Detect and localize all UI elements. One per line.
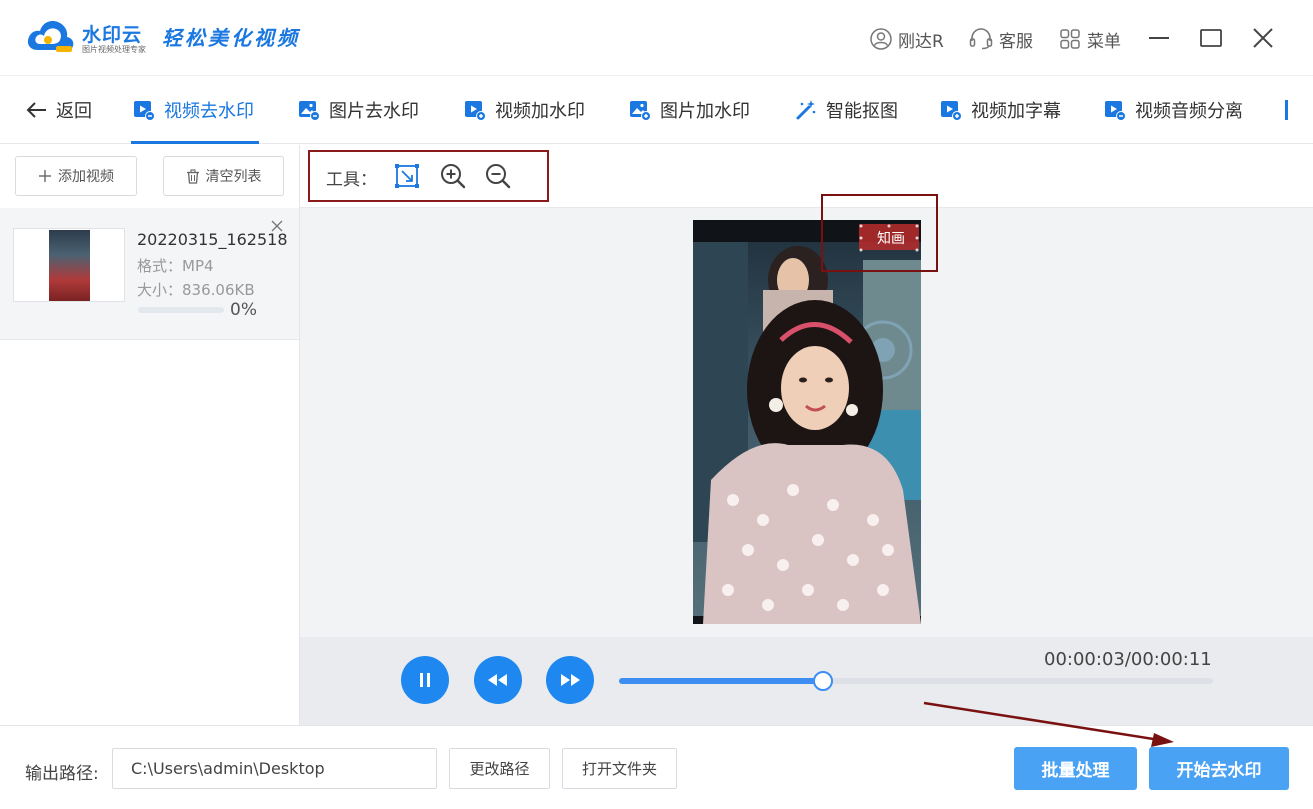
app-window: 水印云 图片视频处理专家 轻松美化视频 刚达R 客服 菜单 返回 视频去水印 图…	[0, 0, 1313, 809]
maximize-icon	[1200, 29, 1222, 47]
playback-time: 00:00:03/00:00:11	[1044, 649, 1212, 670]
file-list-item[interactable]: 20220315_162518 格式：MP4 大小：836.06KB	[0, 208, 299, 340]
zoom-in-icon[interactable]	[439, 162, 467, 190]
tab-label: 视频音频分离	[1135, 101, 1243, 122]
close-button[interactable]	[1249, 24, 1277, 52]
tab-label: 图片加水印	[660, 101, 750, 122]
tab-label: 智能抠图	[826, 101, 898, 122]
tab-label: 图片去水印	[329, 101, 419, 122]
tab-label: 视频加水印	[495, 101, 585, 122]
menu-button[interactable]: 菜单	[1059, 26, 1121, 52]
tab-label: 视频去水印	[164, 101, 254, 122]
file-size: 大小：836.06KB	[137, 281, 255, 299]
image-add-icon	[630, 101, 651, 121]
tab-smart-cutout[interactable]: 智能抠图	[794, 76, 898, 144]
minimize-button[interactable]	[1145, 24, 1173, 52]
start-remove-watermark-button[interactable]: 开始去水印	[1149, 747, 1289, 790]
brand-name: 水印云	[82, 24, 143, 46]
video-frame[interactable]: 知画	[693, 220, 921, 624]
open-folder-button[interactable]: 打开文件夹	[562, 748, 677, 789]
back-button[interactable]: 返回	[26, 76, 92, 144]
customer-service-button[interactable]: 客服	[969, 26, 1033, 52]
maximize-button[interactable]	[1197, 24, 1225, 52]
file-progress-label: 0%	[230, 300, 257, 320]
tab-video-add-watermark[interactable]: 视频加水印	[463, 76, 585, 144]
clear-list-label: 清空列表	[205, 169, 262, 185]
select-area-icon[interactable]	[393, 162, 421, 190]
back-label: 返回	[56, 101, 92, 122]
tab-video-audio-split[interactable]: 视频音频分离	[1103, 76, 1243, 144]
brand-slogan: 轻松美化视频	[162, 26, 300, 50]
seek-handle[interactable]	[812, 671, 833, 691]
close-icon	[1253, 28, 1273, 48]
user-name: 刚达R	[898, 31, 944, 52]
file-list-panel: 添加视频 清空列表 20220315_162518 格式：MP4 大小：836.…	[0, 145, 300, 725]
batch-process-button[interactable]: 批量处理	[1014, 747, 1137, 790]
change-path-button[interactable]: 更改路径	[449, 748, 550, 789]
fast-forward-button[interactable]	[546, 656, 594, 704]
fast-forward-icon	[561, 674, 580, 686]
video-add-icon	[465, 101, 486, 121]
active-tab-underline	[131, 141, 259, 144]
cloud-logo-icon	[27, 21, 74, 52]
video-subtitle-icon	[941, 101, 962, 121]
file-name: 20220315_162518	[137, 230, 288, 249]
tab-label: 视频加字幕	[971, 101, 1061, 122]
seek-bar-fill	[619, 678, 823, 684]
video-icon	[134, 101, 155, 121]
thumbnail-image	[49, 230, 90, 301]
title-bar: 水印云 图片视频处理专家 轻松美化视频 刚达R 客服 菜单	[0, 0, 1313, 76]
file-progress-bar	[138, 307, 224, 313]
rewind-icon	[488, 674, 507, 686]
grid-menu-icon	[1060, 29, 1080, 49]
output-path-field[interactable]: C:\Users\admin\Desktop	[112, 748, 437, 789]
tools-label: 工具：	[326, 170, 377, 190]
plus-icon	[39, 170, 51, 182]
file-format: 格式：MP4	[137, 257, 214, 275]
menu-label: 菜单	[1087, 31, 1121, 52]
feature-nav: 返回 视频去水印 图片去水印 视频加水印 图片加水印 智能抠图 视频加字幕 视频…	[0, 76, 1313, 144]
pause-icon	[420, 673, 430, 687]
brand-subtitle: 图片视频处理专家	[82, 45, 146, 54]
output-footer: 输出路径: C:\Users\admin\Desktop 更改路径 打开文件夹 …	[0, 725, 1313, 809]
player-controls: 00:00:03/00:00:11	[300, 637, 1313, 725]
magic-wand-icon	[796, 100, 816, 120]
add-video-button[interactable]: 添加视频	[15, 156, 137, 196]
remove-file-icon[interactable]	[270, 219, 284, 233]
trash-icon	[186, 168, 199, 184]
zoom-out-icon[interactable]	[484, 162, 512, 190]
tab-video-remove-watermark[interactable]: 视频去水印	[132, 76, 254, 144]
tool-bar: 工具：	[300, 145, 1313, 208]
pause-button[interactable]	[401, 656, 449, 704]
customer-service-label: 客服	[999, 31, 1033, 52]
user-account-button[interactable]: 刚达R	[870, 26, 944, 52]
rewind-button[interactable]	[474, 656, 522, 704]
tab-image-add-watermark[interactable]: 图片加水印	[628, 76, 750, 144]
video-audio-icon	[1105, 101, 1126, 121]
tab-image-remove-watermark[interactable]: 图片去水印	[297, 76, 419, 144]
seek-bar[interactable]	[619, 671, 1213, 691]
tab-video-subtitle[interactable]: 视频加字幕	[939, 76, 1061, 144]
add-video-label: 添加视频	[58, 169, 114, 185]
user-icon	[870, 28, 892, 50]
annotation-box-watermark	[821, 194, 938, 272]
video-preview-area: 知画	[300, 194, 1313, 637]
output-path-label: 输出路径:	[25, 764, 99, 784]
headset-icon	[969, 28, 993, 50]
nav-overflow-indicator[interactable]	[1285, 100, 1288, 120]
video-thumbnail	[13, 228, 125, 302]
minimize-icon	[1149, 37, 1169, 39]
arrow-left-icon	[26, 102, 46, 118]
clear-list-button[interactable]: 清空列表	[163, 156, 284, 196]
image-icon	[299, 101, 320, 121]
